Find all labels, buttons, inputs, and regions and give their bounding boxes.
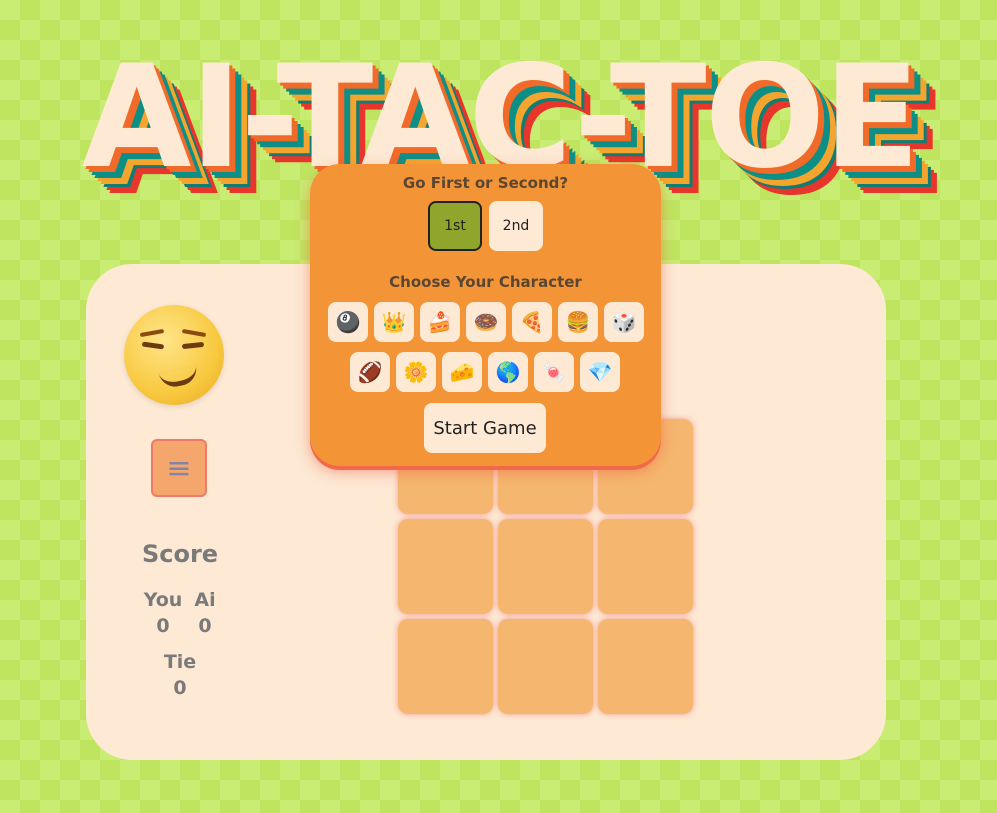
board-cell[interactable] (398, 619, 493, 714)
character-burger-button[interactable]: 🍔 (558, 302, 598, 342)
character-pizza-button[interactable]: 🍕 (512, 302, 552, 342)
character-cake-button[interactable]: 🍰 (420, 302, 460, 342)
hamburger-icon: ≡ (166, 450, 192, 486)
avatar-brow-right (181, 328, 207, 338)
avatar-brow-left (139, 328, 165, 338)
menu-button[interactable]: ≡ (151, 439, 207, 497)
go-second-button[interactable]: 2nd (489, 201, 543, 251)
character-gem-button[interactable]: 💎 (580, 352, 620, 392)
score-ai: Ai 0 (185, 587, 225, 639)
character-globe-button[interactable]: 🌎 (488, 352, 528, 392)
score-you: You 0 (143, 587, 183, 639)
board-cell[interactable] (498, 619, 593, 714)
start-game-button[interactable]: Start Game (424, 403, 546, 453)
character-flower-button[interactable]: 🌼 (396, 352, 436, 392)
character-dice-button[interactable]: 🎲 (604, 302, 644, 342)
board-cell[interactable] (598, 619, 693, 714)
character-donut-button[interactable]: 🍩 (466, 302, 506, 342)
score-ai-label: Ai (194, 589, 216, 611)
board-cell[interactable] (598, 519, 693, 614)
character-candy-button[interactable]: 🍬 (534, 352, 574, 392)
character-crown-button[interactable]: 👑 (374, 302, 414, 342)
score-tie-label: Tie (163, 651, 197, 673)
avatar-eye-left (141, 341, 165, 350)
order-heading: Go First or Second? (402, 174, 569, 192)
score-tie-value: 0 (173, 677, 187, 699)
character-cheese-button[interactable]: 🧀 (442, 352, 482, 392)
board-cell[interactable] (498, 519, 593, 614)
go-first-button[interactable]: 1st (428, 201, 482, 251)
character-football-button[interactable]: 🏈 (350, 352, 390, 392)
avatar-eye-right (181, 341, 205, 350)
avatar-mouth (158, 365, 200, 390)
score-ai-value: 0 (198, 615, 212, 637)
player-avatar-smirk-icon (124, 305, 224, 405)
character-heading: Choose Your Character (389, 273, 582, 291)
board-cell[interactable] (398, 519, 493, 614)
score-you-value: 0 (156, 615, 170, 637)
score-you-label: You (143, 589, 183, 611)
score-title: Score (141, 540, 219, 568)
character-8ball-button[interactable]: 🎱 (328, 302, 368, 342)
setup-modal: Go First or Second? 1st 2nd Choose Your … (310, 164, 661, 466)
score-tie: Tie 0 (160, 649, 200, 701)
